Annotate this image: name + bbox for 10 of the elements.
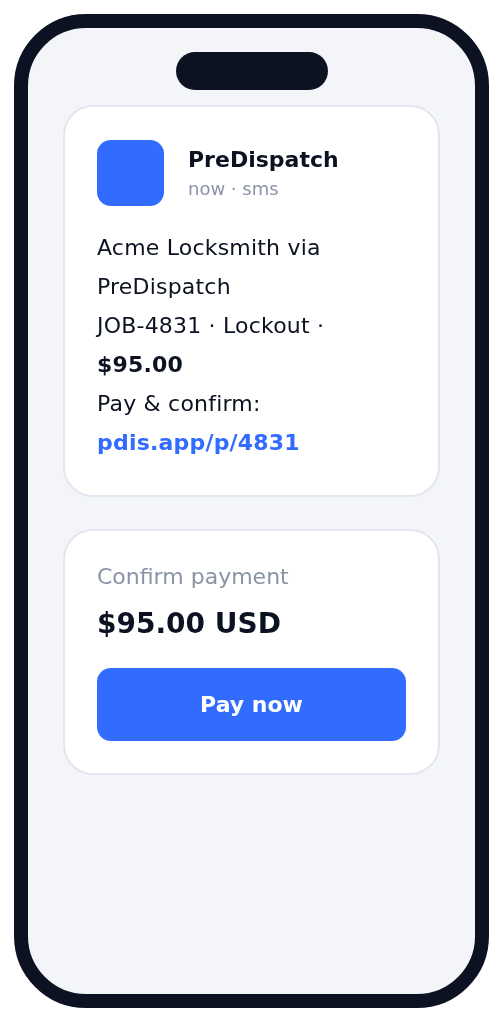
payment-amount: $95.00 USD xyxy=(97,607,282,640)
pay-button[interactable]: Pay now xyxy=(97,668,406,741)
message-line: JOB-4831 · Lockout · $95.00 xyxy=(97,312,326,379)
notification-meta: now · sms xyxy=(188,178,280,199)
payment-label: Confirm payment xyxy=(97,564,290,589)
app-name: PreDispatch xyxy=(188,147,339,172)
payment-link[interactable]: pdis.app/p/4831 xyxy=(97,430,300,455)
message-line: Acme Locksmith via PreDispatch xyxy=(97,234,322,301)
app-icon xyxy=(97,140,164,206)
message-line: Pay & confirm: pdis.app/p/4831 xyxy=(97,390,301,457)
